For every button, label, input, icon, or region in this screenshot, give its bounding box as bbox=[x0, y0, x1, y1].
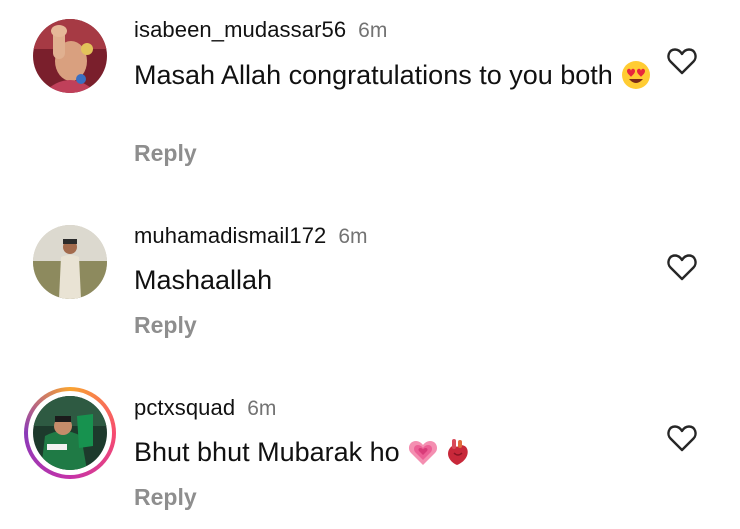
comment-meta: pctxsquad 6m bbox=[134, 395, 276, 422]
comment-text: Mashaallah bbox=[134, 263, 654, 297]
timestamp: 6m bbox=[338, 225, 368, 248]
heart-eyes-emoji bbox=[621, 61, 650, 89]
comment-body: Mashaallah bbox=[134, 265, 273, 295]
username[interactable]: pctxsquad bbox=[134, 395, 235, 420]
comment-text: Bhut bhut Mubarak ho bbox=[134, 435, 654, 469]
username[interactable]: isabeen_mudassar56 bbox=[134, 17, 346, 42]
growing-heart-emoji bbox=[408, 441, 437, 465]
heart-outline-icon bbox=[667, 254, 697, 281]
reply-button[interactable]: Reply bbox=[134, 140, 197, 167]
comment-list: isabeen_mudassar56 6m Masah Allah congrat… bbox=[0, 0, 740, 529]
comment-meta: isabeen_mudassar56 6m bbox=[134, 17, 387, 44]
like-button[interactable] bbox=[664, 43, 700, 79]
like-button[interactable] bbox=[664, 249, 700, 285]
avatar[interactable] bbox=[33, 225, 107, 299]
comment-meta: muhamadismail172 6m bbox=[134, 223, 368, 250]
story-ring[interactable] bbox=[24, 387, 116, 479]
reply-button[interactable]: Reply bbox=[134, 484, 197, 511]
timestamp: 6m bbox=[247, 397, 277, 420]
timestamp: 6m bbox=[358, 19, 388, 42]
reply-button[interactable]: Reply bbox=[134, 312, 197, 339]
like-button[interactable] bbox=[664, 420, 700, 456]
comment-text: Masah Allah congratulations to you both bbox=[134, 58, 654, 92]
username[interactable]: muhamadismail172 bbox=[134, 223, 326, 248]
avatar[interactable] bbox=[33, 19, 107, 93]
anatomical-heart-emoji bbox=[447, 439, 468, 465]
comment-body: Masah Allah congratulations to you both bbox=[134, 60, 613, 90]
heart-outline-icon bbox=[667, 425, 697, 452]
heart-outline-icon bbox=[667, 48, 697, 75]
comment-body: Bhut bhut Mubarak ho bbox=[134, 437, 400, 467]
avatar bbox=[33, 396, 107, 470]
